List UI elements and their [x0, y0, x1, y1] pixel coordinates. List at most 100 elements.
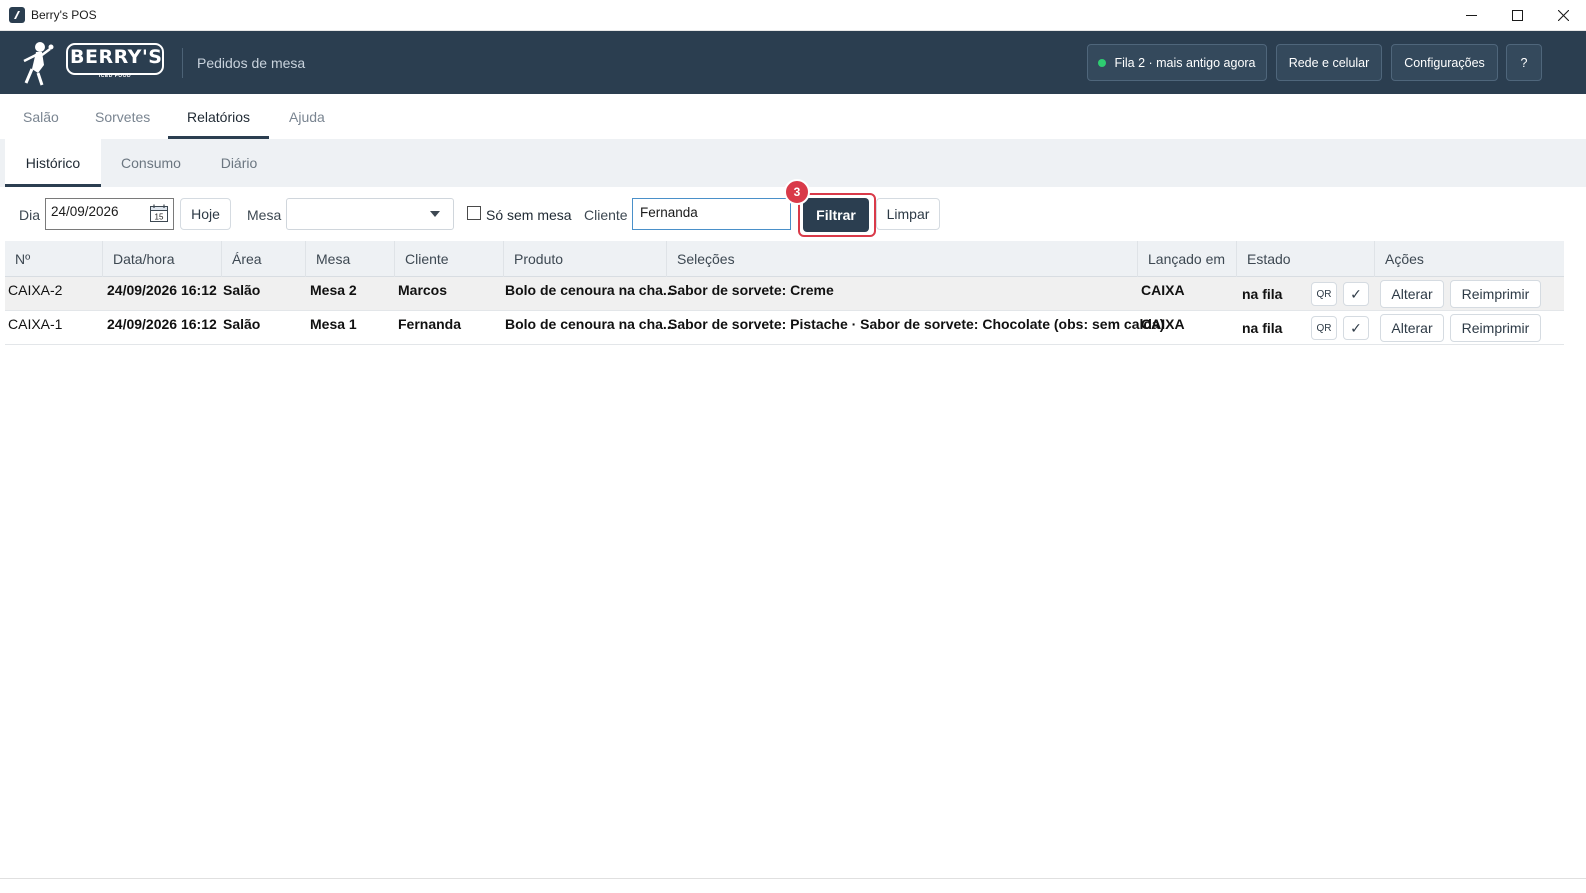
minimize-icon	[1465, 15, 1477, 16]
edit-button[interactable]: Alterar	[1380, 314, 1444, 342]
cell-area: Salão	[223, 316, 261, 332]
tab-relatorios[interactable]: Relatórios	[187, 94, 250, 139]
cell-datetime: 24/09/2026 16:12	[107, 316, 217, 332]
table-select[interactable]	[286, 198, 454, 230]
check-icon: ✓	[1350, 319, 1362, 336]
client-label: Cliente	[584, 207, 628, 223]
column-header[interactable]: Ações	[1375, 241, 1564, 277]
subtab-consumo[interactable]: Consumo	[105, 139, 197, 187]
confirm-button[interactable]: ✓	[1343, 316, 1369, 340]
tab-sorvetes[interactable]: Sorvetes	[95, 94, 150, 139]
network-label: Rede e celular	[1288, 55, 1370, 70]
qr-button[interactable]: QR	[1311, 282, 1337, 306]
cell-launched-at: CAIXA	[1141, 282, 1185, 298]
maximize-button[interactable]	[1494, 0, 1540, 31]
cell-number: CAIXA-1	[8, 316, 63, 332]
day-label: Dia	[19, 207, 41, 223]
table-row[interactable]: CAIXA-2 24/09/2026 16:12 Salão Mesa 2 Ma…	[5, 277, 1564, 311]
check-icon: ✓	[1350, 285, 1362, 302]
filter-label: Filtrar	[816, 207, 856, 223]
column-header[interactable]: Nº	[5, 241, 103, 277]
minimize-button[interactable]	[1448, 0, 1494, 31]
cell-launched-at: CAIXA	[1141, 316, 1185, 332]
cell-area: Salão	[223, 282, 261, 298]
edit-label: Alterar	[1391, 286, 1433, 302]
settings-button[interactable]: Configurações	[1391, 44, 1498, 81]
table-header: Nº Data/hora Área Mesa Cliente Produto S…	[5, 241, 1564, 277]
close-icon	[1557, 10, 1569, 21]
maximize-icon	[1511, 10, 1523, 21]
logo-wordmark: BERRY'S	[70, 46, 163, 68]
confirm-button[interactable]: ✓	[1343, 282, 1369, 306]
network-button[interactable]: Rede e celular	[1276, 44, 1382, 81]
app-icon	[9, 7, 25, 23]
column-header[interactable]: Estado	[1237, 241, 1375, 277]
settings-label: Configurações	[1404, 55, 1485, 70]
filter-button[interactable]: Filtrar	[803, 198, 869, 232]
window-title: Berry's POS	[31, 8, 97, 22]
cell-product: Bolo de cenoura na cha...	[505, 316, 675, 332]
window-controls	[1448, 0, 1586, 31]
no-table-checkbox[interactable]	[467, 206, 481, 220]
cell-table: Mesa 1	[310, 316, 357, 332]
cell-datetime: 24/09/2026 16:12	[107, 282, 217, 298]
tab-ajuda[interactable]: Ajuda	[289, 94, 325, 139]
cell-state: na fila	[1242, 320, 1283, 336]
close-button[interactable]	[1540, 0, 1586, 31]
header-divider	[182, 48, 183, 78]
help-label: ?	[1520, 55, 1528, 70]
window-titlebar: Berry's POS	[0, 0, 1586, 31]
window-bottom-border	[0, 878, 1586, 879]
main-tabs: Salão Sorvetes Relatórios Ajuda	[0, 94, 1586, 139]
queue-status-label: Fila 2 · mais antigo agora	[1114, 55, 1256, 70]
column-header[interactable]: Lançado em	[1138, 241, 1237, 277]
client-input[interactable]: Fernanda	[632, 198, 791, 230]
cell-selections: Sabor de sorvete: Pistache · Sabor de so…	[668, 316, 1165, 332]
column-header[interactable]: Cliente	[395, 241, 504, 277]
logo-subtext: ICED FOOD	[98, 73, 132, 79]
table-row[interactable]: CAIXA-1 24/09/2026 16:12 Salão Mesa 1 Fe…	[5, 311, 1564, 345]
queue-status-button[interactable]: Fila 2 · mais antigo agora	[1087, 44, 1267, 81]
clear-button[interactable]: Limpar	[876, 198, 940, 230]
help-button[interactable]: ?	[1506, 44, 1542, 81]
column-header[interactable]: Seleções	[667, 241, 1138, 277]
cell-table: Mesa 2	[310, 282, 357, 298]
header-subtitle: Pedidos de mesa	[197, 55, 306, 71]
column-header[interactable]: Mesa	[306, 241, 395, 277]
calendar-day-number: 15	[155, 213, 164, 222]
qr-button[interactable]: QR	[1311, 316, 1337, 340]
day-date-picker[interactable]: 24/09/2026 15	[45, 198, 174, 230]
edit-label: Alterar	[1391, 320, 1433, 336]
today-label: Hoje	[191, 206, 220, 222]
qr-icon: QR	[1316, 288, 1332, 300]
column-header[interactable]: Produto	[504, 241, 667, 277]
tab-salao[interactable]: Salão	[23, 94, 59, 139]
reprint-button[interactable]: Reimprimir	[1450, 280, 1541, 308]
calendar-icon[interactable]: 15	[150, 204, 168, 222]
day-value: 24/09/2026	[51, 204, 119, 219]
app-header: BERRY'S ICED FOOD Pedidos de mesa Fila 2…	[0, 31, 1586, 94]
table-label: Mesa	[247, 207, 282, 223]
mascot-icon	[23, 42, 54, 86]
cell-number: CAIXA-2	[8, 282, 63, 298]
edit-button[interactable]: Alterar	[1380, 280, 1444, 308]
cell-selections: Sabor de sorvete: Creme	[668, 282, 834, 298]
no-table-label: Só sem mesa	[486, 207, 572, 223]
cell-client: Fernanda	[398, 316, 462, 332]
column-header[interactable]: Data/hora	[103, 241, 222, 277]
subtab-historico[interactable]: Histórico	[5, 139, 101, 187]
chevron-down-icon	[430, 211, 440, 217]
today-button[interactable]: Hoje	[180, 198, 231, 230]
subtab-diario[interactable]: Diário	[204, 139, 274, 187]
cell-state: na fila	[1242, 286, 1283, 302]
cell-product: Bolo de cenoura na cha...	[505, 282, 675, 298]
cell-client: Marcos	[398, 282, 448, 298]
reprint-label: Reimprimir	[1461, 320, 1530, 336]
clear-label: Limpar	[886, 206, 930, 222]
step-badge: 3	[784, 179, 810, 205]
status-dot-icon	[1098, 58, 1107, 67]
reprint-label: Reimprimir	[1461, 286, 1530, 302]
column-header[interactable]: Área	[222, 241, 306, 277]
reprint-button[interactable]: Reimprimir	[1450, 314, 1541, 342]
qr-icon: QR	[1316, 322, 1332, 334]
